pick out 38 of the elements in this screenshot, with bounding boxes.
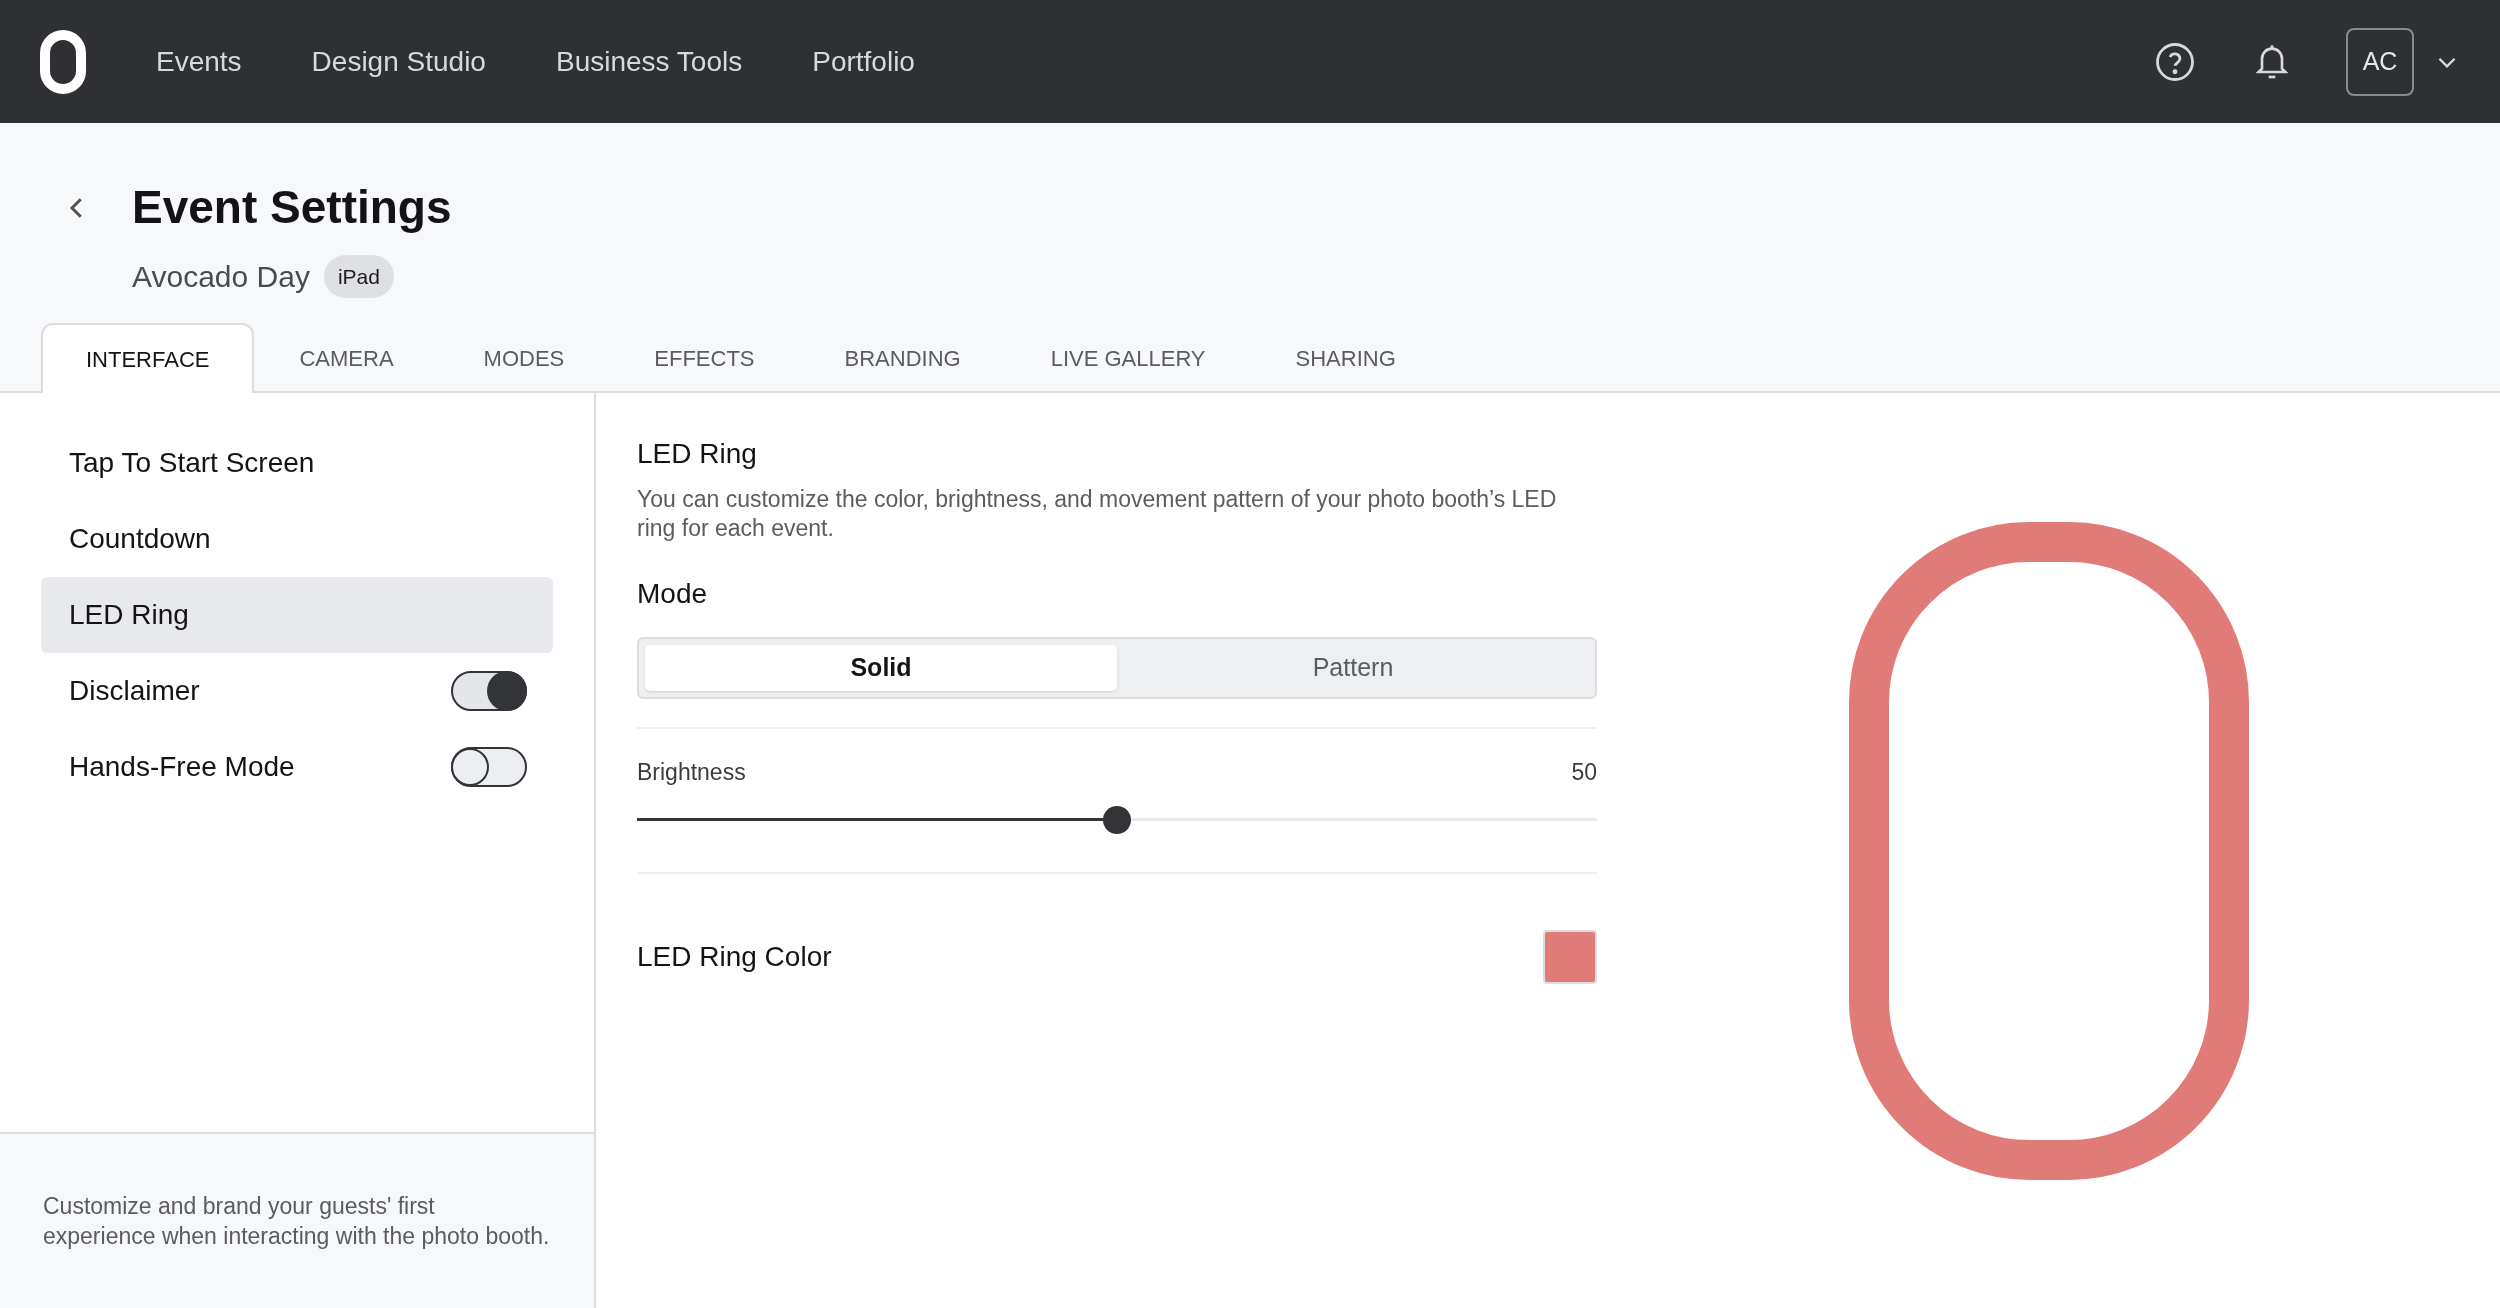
sidebar-item[interactable]: Tap To Start Screen (41, 425, 553, 501)
nav-link[interactable]: Business Tools (555, 40, 743, 83)
sidebar-item-label: Disclaimer (69, 674, 200, 708)
toggle-switch[interactable] (451, 747, 527, 787)
color-label: LED Ring Color (637, 939, 832, 974)
sidebar-item[interactable]: Disclaimer (41, 653, 553, 729)
tab[interactable]: CAMERA (254, 323, 439, 393)
sidebar-item-label: Hands-Free Mode (69, 750, 295, 784)
toggle-switch[interactable] (451, 671, 527, 711)
tab[interactable]: BRANDING (799, 323, 1006, 393)
mode-option[interactable]: Solid (645, 645, 1117, 691)
tab[interactable]: INTERFACE (41, 323, 255, 393)
help-icon[interactable] (2154, 40, 2196, 83)
tab[interactable]: MODES (438, 323, 610, 393)
nav-link[interactable]: Portfolio (812, 40, 915, 83)
device-badge: iPad (323, 254, 394, 299)
brightness-label: Brightness (637, 758, 746, 787)
sidebar-item[interactable]: Hands-Free Mode (41, 729, 553, 805)
section-title: LED Ring (637, 437, 758, 471)
sidebar-help-text: Customize and brand your guests' first experience when interacting with the photo booth. (43, 1192, 551, 1251)
brightness-slider[interactable] (637, 805, 1597, 834)
nav-link[interactable]: Design Studio (311, 40, 486, 83)
page-title: Event Settings (132, 180, 452, 235)
event-name: Avocado Day (132, 259, 310, 295)
sidebar-item[interactable]: Countdown (41, 501, 553, 577)
brightness-value: 50 (1571, 758, 1597, 787)
avatar-button[interactable]: AC (2346, 27, 2414, 96)
tab[interactable]: LIVE GALLERY (1005, 323, 1251, 393)
slider-thumb[interactable] (1103, 806, 1131, 834)
tab[interactable]: EFFECTS (609, 323, 800, 393)
color-swatch[interactable] (1543, 929, 1597, 984)
nav-link[interactable]: Events (156, 40, 242, 83)
logo-icon[interactable] (40, 29, 86, 94)
section-description: You can customize the color, brightness, and movement pattern of your photo booth’s LED ring for each event. (637, 485, 1558, 543)
tab[interactable]: SHARING (1250, 323, 1441, 393)
mode-label: Mode (637, 577, 709, 611)
sidebar-item[interactable]: LED Ring (41, 577, 553, 653)
mode-option[interactable]: Pattern (1117, 645, 1589, 691)
